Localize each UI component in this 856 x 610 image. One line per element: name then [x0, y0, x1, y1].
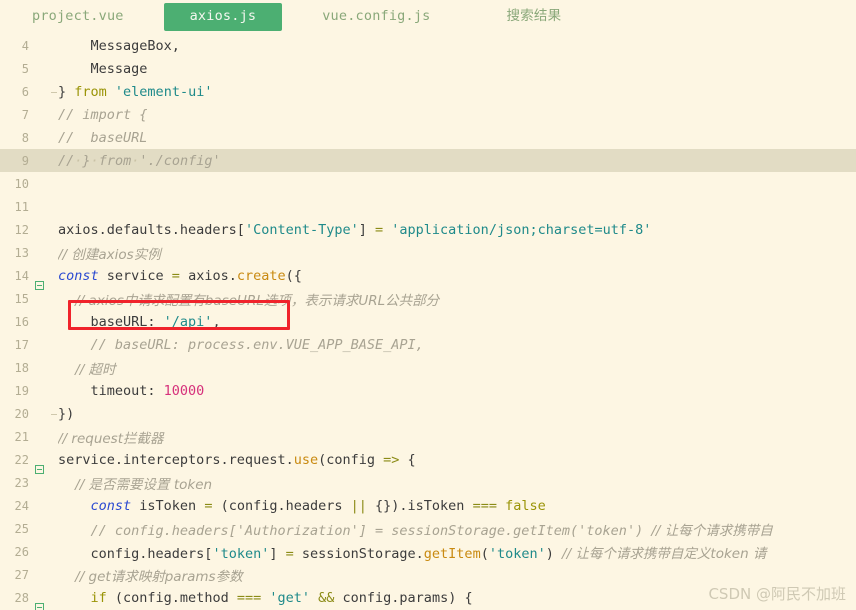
line-content: // 创建axios实例: [58, 246, 161, 263]
line-number: 12: [14, 222, 29, 237]
code-line[interactable]: 15 // axios中请求配置有baseURL选项，表示请求URL公共部分: [0, 287, 856, 310]
line-content: service.interceptors.request.use(config …: [58, 451, 416, 468]
line-content: } from 'element-ui': [58, 83, 213, 100]
line-number: 11: [14, 199, 29, 214]
code-line[interactable]: 18 // 超时: [0, 356, 856, 379]
code-line[interactable]: 7 // import {: [0, 103, 856, 126]
code-line[interactable]: 17 // baseURL: process.env.VUE_APP_BASE_…: [0, 333, 856, 356]
code-line[interactable]: 11: [0, 195, 856, 218]
line-content: // config.headers['Authorization'] = ses…: [58, 522, 773, 539]
line-content: }): [58, 405, 75, 422]
line-number: 17: [14, 337, 29, 352]
line-number: 27: [14, 567, 29, 582]
tab-axios-js[interactable]: axios.js: [163, 3, 283, 31]
line-number: 15: [14, 291, 29, 306]
tab-search-results[interactable]: 搜索结果: [493, 4, 576, 30]
line-number: 4: [21, 38, 29, 53]
code-line[interactable]: 5 Message: [0, 57, 856, 80]
line-number: 7: [21, 107, 29, 122]
line-content: // get请求映射params参数: [58, 568, 243, 585]
code-line[interactable]: 21 // request拦截器: [0, 425, 856, 448]
code-line[interactable]: 19 timeout: 10000: [0, 379, 856, 402]
line-content: MessageBox,: [58, 37, 180, 54]
line-number: 9: [21, 153, 29, 168]
code-line[interactable]: 13 // 创建axios实例: [0, 241, 856, 264]
line-content: // request拦截器: [58, 430, 164, 447]
line-content: // 是否需要设置 token: [58, 476, 213, 493]
line-number: 24: [14, 498, 29, 513]
line-content: // import {: [58, 106, 148, 123]
line-content: // baseURL: [58, 129, 148, 146]
line-content: config.headers['token'] = sessionStorage…: [58, 545, 767, 562]
code-line[interactable]: 16 baseURL: '/api',: [0, 310, 856, 333]
line-content: Message: [58, 60, 148, 77]
code-line[interactable]: 6 } from 'element-ui': [0, 80, 856, 103]
line-content: // axios中请求配置有baseURL选项，表示请求URL公共部分: [58, 292, 440, 309]
line-content: const isToken = (config.headers || {}).i…: [90, 497, 546, 514]
line-number: 19: [14, 383, 29, 398]
code-line[interactable]: 24 const isToken = (config.headers || {}…: [0, 494, 856, 517]
line-number: 8: [21, 130, 29, 145]
line-number: 5: [21, 61, 29, 76]
line-number: 22: [14, 452, 29, 467]
csdn-watermark: CSDN @阿民不加班: [708, 585, 846, 603]
code-line[interactable]: 10: [0, 172, 856, 195]
line-number: 20: [14, 406, 29, 421]
code-line[interactable]: 4 MessageBox,: [0, 34, 856, 57]
code-line[interactable]: 8 // baseURL: [0, 126, 856, 149]
tab-project-vue[interactable]: project.vue: [18, 4, 138, 30]
line-content: timeout: 10000: [58, 382, 205, 399]
line-number: 23: [14, 475, 29, 490]
line-content: const service = axios.create({: [58, 267, 302, 284]
editor-tab-bar: project.vue axios.js vue.config.js 搜索结果: [0, 0, 856, 34]
line-number: 28: [14, 590, 29, 605]
line-number: 13: [14, 245, 29, 260]
line-number: 21: [14, 429, 29, 444]
line-content: // 超时: [58, 361, 116, 378]
line-content: //·}·from·'./config': [58, 152, 221, 169]
line-number: 26: [14, 544, 29, 559]
code-line[interactable]: 20 }): [0, 402, 856, 425]
line-number: 6: [21, 84, 29, 99]
code-line[interactable]: 25 // config.headers['Authorization'] = …: [0, 517, 856, 540]
line-content: // baseURL: process.env.VUE_APP_BASE_API…: [58, 336, 424, 353]
line-content: baseURL: '/api',: [58, 313, 221, 330]
line-number: 16: [14, 314, 29, 329]
line-content: axios.defaults.headers['Content-Type'] =…: [58, 221, 652, 238]
code-line[interactable]: 23 // 是否需要设置 token: [0, 471, 856, 494]
line-number: 18: [14, 360, 29, 375]
code-line[interactable]: 22 service.interceptors.request.use(conf…: [0, 448, 856, 474]
code-line[interactable]: 14 const service = axios.create({: [0, 264, 856, 290]
line-number: 10: [14, 176, 29, 191]
line-number: 25: [14, 521, 29, 536]
line-number: 14: [14, 268, 29, 283]
code-editor[interactable]: 4 MessageBox, 5 Message 6 } from 'elemen…: [0, 34, 856, 610]
code-line[interactable]: 12 axios.defaults.headers['Content-Type'…: [0, 218, 856, 241]
code-line[interactable]: 26 config.headers['token'] = sessionStor…: [0, 540, 856, 563]
tab-vue-config-js[interactable]: vue.config.js: [308, 4, 444, 30]
code-line-current[interactable]: 9 //·}·from·'./config': [0, 149, 856, 172]
